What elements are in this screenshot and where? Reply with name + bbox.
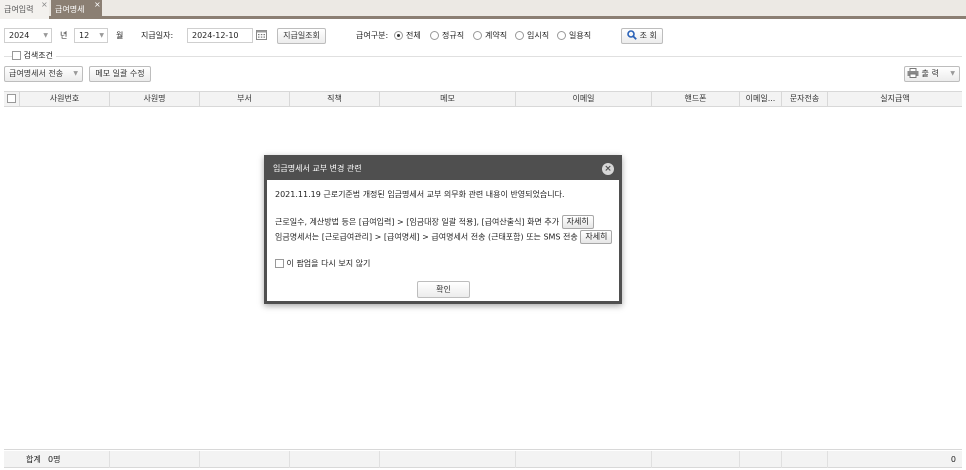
grid-header: 사원번호 사원명 부서 직책 메모 이메일 핸드폰 이메일... 문자전송 실지… <box>4 91 962 107</box>
radio-icon <box>515 31 524 40</box>
checkbox-icon <box>275 259 284 268</box>
radio-icon <box>473 31 482 40</box>
notice-line-2: 근로일수, 계산방법 등은 [급여입력] > [임금대장 일괄 적용], [급여… <box>275 217 560 227</box>
close-icon[interactable]: × <box>94 0 101 14</box>
footer-cell <box>290 451 380 468</box>
calendar-icon[interactable] <box>256 29 267 40</box>
year-label: 년 <box>60 31 68 40</box>
footer-cell <box>652 451 740 468</box>
radio-daily[interactable]: 일용직 <box>557 30 591 42</box>
dialog-title: 임금명세서 교부 변경 관련 <box>273 164 362 173</box>
year-value: 2024 <box>9 31 30 40</box>
radio-icon <box>557 31 566 40</box>
memo-bulk-edit-button[interactable]: 메모 일괄 수정 <box>89 66 151 82</box>
tab-bar: 급여입력 × 급여명세 × <box>0 0 966 19</box>
month-label: 월 <box>116 31 124 40</box>
column-header[interactable]: 핸드폰 <box>652 92 740 106</box>
footer-cell <box>200 451 290 468</box>
footer-cell <box>782 451 828 468</box>
pay-date-lookup-button[interactable]: 지급일조회 <box>277 28 326 44</box>
column-header[interactable]: 문자전송 <box>782 92 828 106</box>
detail-button[interactable]: 자세히 <box>580 230 613 244</box>
chevron-down-icon: ▼ <box>43 32 48 39</box>
send-statement-label: 급여명세서 전송 <box>9 69 64 78</box>
notice-line-2-row: 근로일수, 계산방법 등은 [급여입력] > [임금대장 일괄 적용], [급여… <box>275 215 594 229</box>
chevron-down-icon: ▼ <box>73 70 78 77</box>
month-select[interactable]: 12 ▼ <box>74 28 108 43</box>
notice-line-1: 2021.11.19 근로기준법 개정된 임금명세서 교부 의무화 관련 내용이… <box>275 190 565 199</box>
total-amount: 0 <box>950 455 956 464</box>
search-condition-toggle[interactable]: 검색조건 <box>12 50 56 61</box>
column-header[interactable]: 부서 <box>200 92 290 106</box>
print-button[interactable]: 출 력 ▼ <box>904 66 960 82</box>
column-header[interactable]: 이메일 <box>516 92 652 106</box>
column-header[interactable]: 메모 <box>380 92 516 106</box>
notice-dialog: 임금명세서 교부 변경 관련 × 2021.11.19 근로기준법 개정된 임금… <box>264 155 622 304</box>
footer-cell <box>380 451 516 468</box>
grid-footer: 합계 0명 0 <box>4 451 962 468</box>
radio-icon <box>430 31 439 40</box>
divider <box>4 56 962 57</box>
radio-regular[interactable]: 정규직 <box>430 30 464 42</box>
radio-temporary[interactable]: 임시직 <box>515 30 549 42</box>
radio-label: 정규직 <box>442 31 465 40</box>
select-all-cell[interactable] <box>4 92 20 106</box>
search-button[interactable]: 조 회 <box>621 28 663 44</box>
no-show-checkbox-row[interactable]: 이 팝업을 다시 보지 않기 <box>275 258 370 270</box>
radio-label: 임시직 <box>527 31 550 40</box>
print-label: 출 력 <box>921 69 939 78</box>
tab-payroll-statement[interactable]: 급여명세 × <box>51 0 102 19</box>
printer-icon <box>907 68 919 78</box>
detail-button[interactable]: 자세히 <box>561 215 594 229</box>
tab-payroll-input[interactable]: 급여입력 × <box>0 0 49 19</box>
send-statement-button[interactable]: 급여명세서 전송 ▼ <box>4 66 83 82</box>
footer-cell <box>516 451 652 468</box>
notice-line-3-row: 임금명세서는 [근로급여관리] > [급여명세] > 급여명세서 전송 (근태포… <box>275 230 613 244</box>
radio-all[interactable]: 전체 <box>394 30 421 42</box>
pay-date-label: 지급일자: <box>141 31 174 40</box>
tab-label: 급여입력 <box>4 5 34 14</box>
checkbox-icon <box>7 94 16 103</box>
chevron-down-icon: ▼ <box>99 32 104 39</box>
confirm-button[interactable]: 확인 <box>417 281 470 298</box>
search-condition-label: 검색조건 <box>23 51 53 60</box>
total-label: 합계 <box>26 455 41 464</box>
close-icon[interactable]: × <box>41 0 48 14</box>
year-select[interactable]: 2024 ▼ <box>4 28 52 43</box>
search-icon <box>627 30 637 40</box>
footer-cell <box>110 451 200 468</box>
column-header[interactable]: 직책 <box>290 92 380 106</box>
column-header[interactable]: 이메일... <box>740 92 782 106</box>
search-label: 조 회 <box>639 31 657 40</box>
no-show-label: 이 팝업을 다시 보지 않기 <box>286 259 371 268</box>
footer-cell: 합계 0명 <box>4 451 110 468</box>
radio-checked-icon <box>394 31 403 40</box>
pay-type-label: 급여구분: <box>356 31 389 40</box>
column-header[interactable]: 사원명 <box>110 92 200 106</box>
pay-date-input[interactable]: 2024-12-10 <box>187 28 253 43</box>
column-header[interactable]: 사원번호 <box>20 92 110 106</box>
radio-contract[interactable]: 계약직 <box>473 30 507 42</box>
footer-cell <box>740 451 782 468</box>
total-count: 0명 <box>48 455 61 464</box>
checkbox-icon <box>12 51 21 60</box>
radio-label: 계약직 <box>485 31 508 40</box>
close-icon[interactable]: × <box>602 163 614 175</box>
notice-line-3: 임금명세서는 [근로급여관리] > [급여명세] > 급여명세서 전송 (근태포… <box>275 232 578 242</box>
month-value: 12 <box>79 31 90 40</box>
column-header[interactable]: 실지급액 <box>828 92 962 106</box>
dialog-header: 임금명세서 교부 변경 관련 × <box>267 158 619 180</box>
radio-label: 전체 <box>406 31 421 40</box>
radio-label: 일용직 <box>569 31 592 40</box>
chevron-down-icon: ▼ <box>950 70 955 77</box>
tab-label: 급여명세 <box>55 5 85 14</box>
pay-date-value: 2024-12-10 <box>192 31 239 40</box>
